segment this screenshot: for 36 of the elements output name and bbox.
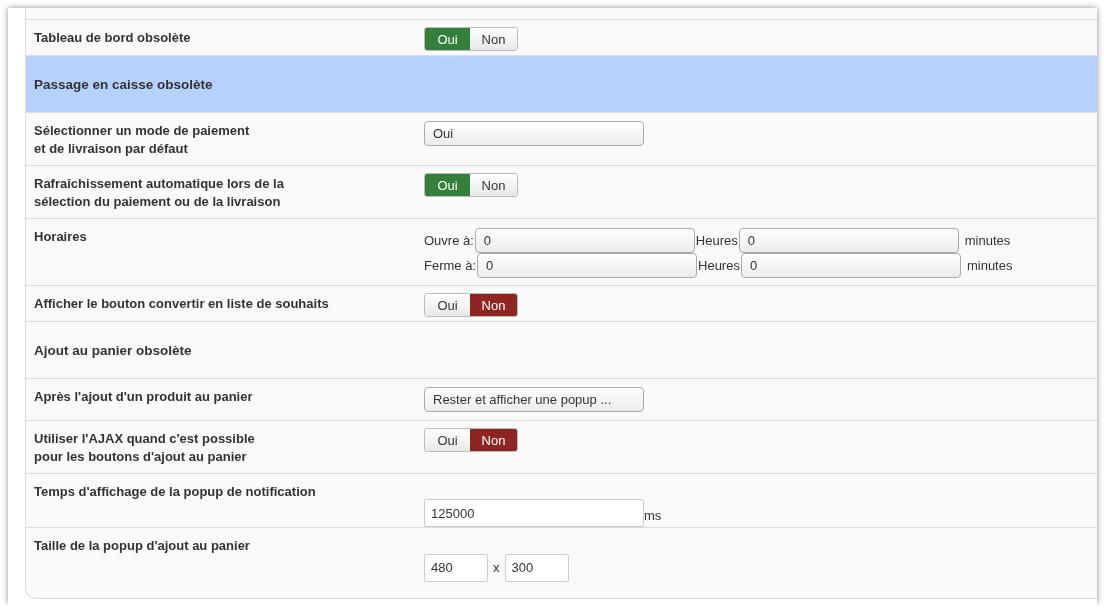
- setting-label: Taille de la popup d'ajout au panier: [34, 537, 251, 555]
- setting-label: Tableau de bord obsolète: [34, 29, 192, 47]
- hours-input[interactable]: 0: [477, 253, 697, 278]
- dropdown-select[interactable]: Rester et afficher une popup ...: [424, 387, 644, 412]
- toggle-option[interactable]: Oui: [425, 294, 470, 316]
- toggle-option[interactable]: Non: [470, 28, 517, 50]
- toggle-option[interactable]: Non: [470, 174, 517, 196]
- dropdown-select[interactable]: Oui: [424, 121, 644, 146]
- section-title: Ajout au panier obsolète: [34, 342, 192, 358]
- separator-text: x: [493, 560, 500, 575]
- height-input[interactable]: 300: [504, 553, 569, 582]
- minutes-input[interactable]: 0: [740, 253, 961, 278]
- hours-input[interactable]: 0: [474, 228, 695, 253]
- input-field[interactable]: 125000: [424, 499, 644, 527]
- setting-label: Utiliser l'AJAX quand c'est possible pour les boutons d'ajout au panier: [34, 430, 256, 466]
- unit-label: ms: [644, 508, 662, 523]
- setting-label: Sélectionner un mode de paiement et de livraison par défaut: [34, 122, 251, 158]
- toggle-option[interactable]: Oui: [425, 174, 470, 196]
- time-label: Ouvre à:: [424, 233, 474, 248]
- unit-label: minutes: [964, 233, 1011, 248]
- toggle-option[interactable]: Non: [470, 294, 517, 316]
- setting-label: Horaires: [34, 228, 88, 246]
- setting-label: Temps d'affichage de la popup de notification: [34, 483, 317, 501]
- section-title: Passage en caisse obsolète: [34, 76, 213, 92]
- unit-label: Heures: [698, 258, 740, 273]
- setting-label: Afficher le bouton convertir en liste de souhaits: [34, 295, 330, 313]
- toggle-option[interactable]: Oui: [425, 429, 470, 451]
- minutes-input[interactable]: 0: [738, 228, 959, 253]
- unit-label: Heures: [695, 233, 738, 248]
- unit-label: minutes: [966, 258, 1013, 273]
- toggle-option[interactable]: Oui: [425, 28, 470, 50]
- setting-label: Après l'ajout d'un produit au panier: [34, 388, 254, 406]
- toggle-option[interactable]: Non: [470, 429, 517, 451]
- time-label: Ferme à:: [424, 258, 476, 273]
- setting-label: Rafraîchissement automatique lors de la sélection du paiement ou de la livraison: [34, 175, 285, 211]
- width-input[interactable]: 480: [424, 553, 488, 582]
